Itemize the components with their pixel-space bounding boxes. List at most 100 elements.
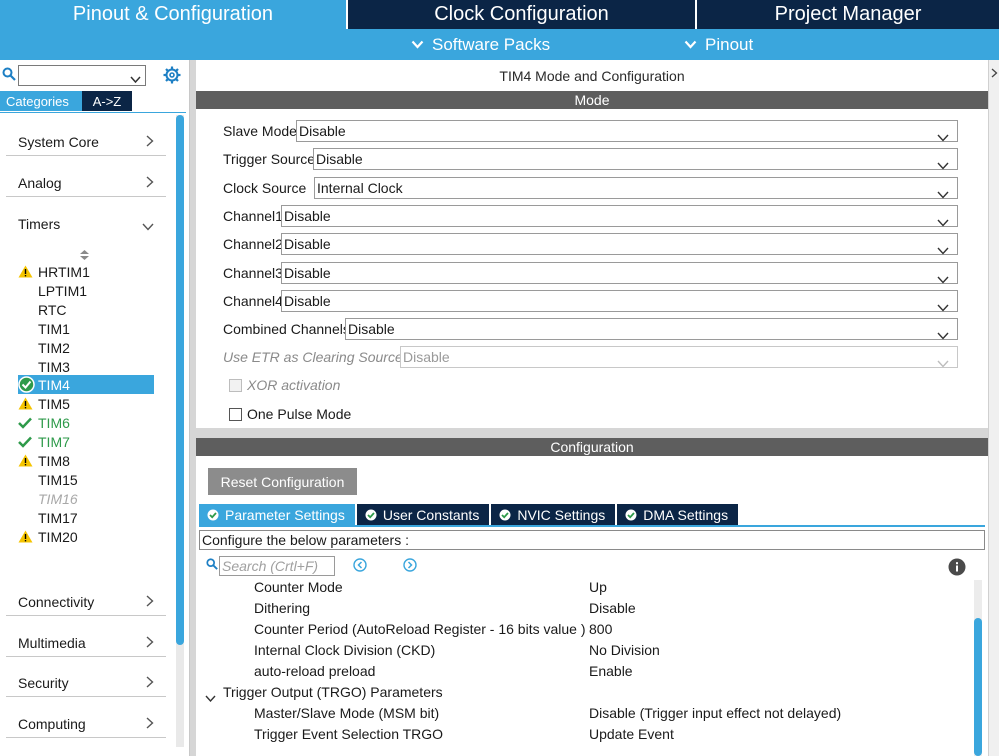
- param-value[interactable]: Enable: [589, 663, 633, 679]
- timer-item-tim16[interactable]: TIM16: [18, 489, 154, 508]
- param-row-dithering[interactable]: Dithering Disable: [196, 598, 966, 619]
- one-pulse-mode-checkbox[interactable]: One Pulse Mode: [229, 405, 351, 423]
- chevron-up-icon[interactable]: [991, 65, 998, 81]
- param-row-clock-division[interactable]: Internal Clock Division (CKD) No Divisio…: [196, 640, 966, 661]
- chevron-right-icon: [146, 134, 154, 150]
- search-combo[interactable]: [18, 65, 146, 86]
- channel2-select[interactable]: Disable: [281, 233, 958, 255]
- tab-parameter-settings[interactable]: Parameter Settings: [199, 504, 355, 525]
- checkbox-box[interactable]: [229, 378, 242, 392]
- timer-item-tim3[interactable]: TIM3: [18, 357, 154, 376]
- timer-item-tim5[interactable]: TIM5: [18, 394, 154, 413]
- category-connectivity[interactable]: Connectivity: [6, 582, 166, 616]
- timer-item-tim15[interactable]: TIM15: [18, 470, 154, 489]
- field-label: Channel1: [223, 208, 283, 224]
- mode-section-header[interactable]: Mode: [196, 91, 988, 109]
- channel4-select[interactable]: Disable: [281, 290, 958, 312]
- param-row-counter-period[interactable]: Counter Period (AutoReload Register - 16…: [196, 619, 966, 640]
- timer-label: TIM8: [38, 452, 70, 469]
- timer-label: TIM16: [38, 490, 78, 507]
- sort-icon[interactable]: [80, 247, 89, 263]
- category-system-core[interactable]: System Core: [6, 122, 166, 156]
- tab-dma-settings[interactable]: DMA Settings: [617, 504, 739, 525]
- timer-label: TIM5: [38, 395, 70, 412]
- main-scrollbar[interactable]: [988, 60, 999, 756]
- param-row-trgo-event[interactable]: Trigger Event Selection TRGO Update Even…: [196, 724, 966, 745]
- param-value[interactable]: Up: [589, 579, 607, 595]
- slave-mode-select[interactable]: Disable: [296, 120, 958, 142]
- tab-project-manager[interactable]: Project Manager: [695, 0, 999, 29]
- timer-item-tim2[interactable]: TIM2: [18, 338, 154, 357]
- search-previous-icon[interactable]: [353, 558, 367, 575]
- pinout-menu[interactable]: Pinout: [684, 29, 753, 60]
- timer-item-hrtim1[interactable]: HRTIM1: [18, 262, 154, 281]
- configure-parameters-label: Configure the below parameters :: [199, 530, 985, 550]
- parameter-scrollbar-thumb[interactable]: [974, 618, 982, 756]
- timer-item-tim6[interactable]: TIM6: [18, 413, 154, 432]
- parameter-search-input[interactable]: Search (Crtl+F): [219, 556, 335, 576]
- checkbox-box[interactable]: [229, 407, 242, 421]
- category-security[interactable]: Security: [6, 663, 166, 697]
- timer-icon-blank: [18, 470, 38, 489]
- chevron-down-icon: [937, 325, 949, 345]
- tab-pinout-configuration[interactable]: Pinout & Configuration: [0, 0, 346, 29]
- chevron-down-icon: [937, 212, 949, 232]
- timer-item-tim20[interactable]: TIM20: [18, 527, 154, 546]
- software-packs-menu[interactable]: Software Packs: [411, 29, 550, 60]
- use-etr-clearing-select[interactable]: Disable: [400, 346, 958, 368]
- param-row-auto-reload[interactable]: auto-reload preload Enable: [196, 661, 966, 682]
- param-name: Dithering: [254, 600, 311, 616]
- tab-user-constants[interactable]: User Constants: [356, 504, 490, 525]
- param-row-counter-mode[interactable]: Counter Mode Up: [196, 577, 966, 598]
- param-value[interactable]: No Division: [589, 642, 660, 658]
- info-icon[interactable]: [948, 558, 966, 579]
- timer-item-tim4[interactable]: TIM4: [18, 375, 154, 394]
- category-multimedia[interactable]: Multimedia: [6, 623, 166, 657]
- combined-channels-select[interactable]: Disable: [345, 318, 958, 340]
- gear-icon[interactable]: [163, 66, 181, 87]
- check-circle-icon: [18, 375, 38, 394]
- timer-label: TIM4: [38, 376, 70, 393]
- tab-nvic-settings[interactable]: NVIC Settings: [491, 504, 616, 525]
- timer-item-tim1[interactable]: TIM1: [18, 319, 154, 338]
- param-name: Counter Period (AutoReload Register - 16…: [254, 621, 586, 637]
- left-scrollbar[interactable]: [176, 115, 184, 747]
- xor-activation-checkbox[interactable]: XOR activation: [229, 376, 340, 394]
- param-value[interactable]: Update Event: [589, 726, 674, 742]
- category-timers[interactable]: Timers: [6, 204, 166, 238]
- clock-source-select[interactable]: Internal Clock: [314, 177, 958, 199]
- timer-label: TIM20: [38, 528, 78, 545]
- search-next-icon[interactable]: [403, 558, 417, 575]
- param-value[interactable]: Disable: [589, 600, 636, 616]
- param-value[interactable]: Disable (Trigger input effect not delaye…: [589, 705, 841, 721]
- category-analog[interactable]: Analog: [6, 163, 166, 197]
- param-group-trgo[interactable]: Trigger Output (TRGO) Parameters: [196, 682, 966, 703]
- reset-configuration-button[interactable]: Reset Configuration: [208, 468, 357, 495]
- select-value: Internal Clock: [317, 180, 403, 196]
- param-row-msm[interactable]: Master/Slave Mode (MSM bit) Disable (Tri…: [196, 703, 966, 724]
- warning-icon: [18, 262, 38, 281]
- left-scrollbar-thumb[interactable]: [176, 115, 184, 645]
- field-use-etr-clearing: Use ETR as Clearing Source: [223, 346, 403, 368]
- timer-item-tim8[interactable]: TIM8: [18, 451, 154, 470]
- channel3-select[interactable]: Disable: [281, 262, 958, 284]
- timer-item-lptim1[interactable]: LPTIM1: [18, 281, 154, 300]
- chevron-down-icon: [937, 240, 949, 260]
- parameter-scrollbar[interactable]: [974, 580, 982, 756]
- timer-item-rtc[interactable]: RTC: [18, 300, 154, 319]
- chevron-down-icon: [937, 184, 949, 204]
- field-label: Slave Mode: [223, 123, 297, 139]
- tab-clock-configuration[interactable]: Clock Configuration: [346, 0, 695, 29]
- channel1-select[interactable]: Disable: [281, 205, 958, 227]
- select-value: Disable: [348, 321, 395, 337]
- category-computing[interactable]: Computing: [6, 704, 166, 738]
- tab-a-to-z[interactable]: A->Z: [82, 91, 132, 111]
- tab-categories[interactable]: Categories: [0, 91, 82, 111]
- timer-item-tim17[interactable]: TIM17: [18, 508, 154, 527]
- trigger-source-select[interactable]: Disable: [313, 148, 958, 170]
- timer-item-tim7[interactable]: TIM7: [18, 432, 154, 451]
- configuration-section-header[interactable]: Configuration: [196, 438, 988, 456]
- section-divider: [196, 428, 988, 438]
- param-value[interactable]: 800: [589, 621, 612, 637]
- timer-label: TIM7: [38, 433, 70, 450]
